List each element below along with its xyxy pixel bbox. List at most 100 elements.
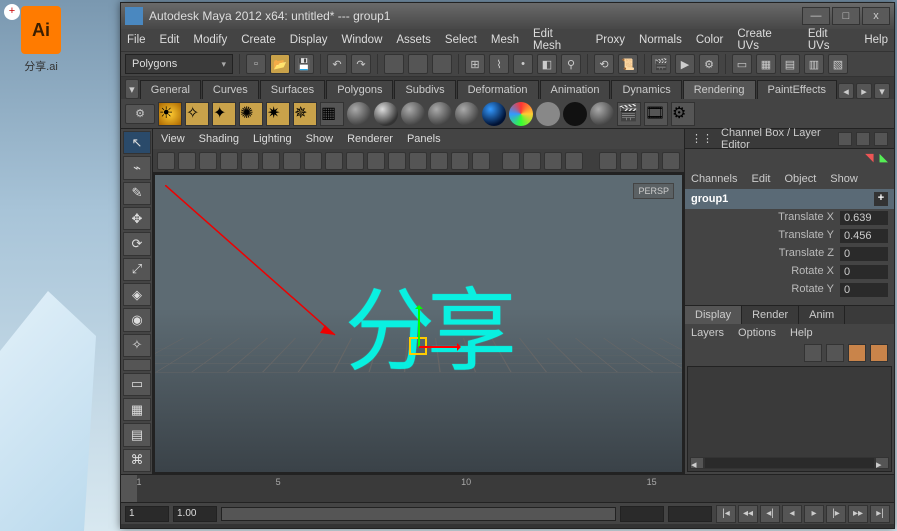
2d-pan-icon[interactable] [220, 152, 238, 170]
persp-outliner-layout[interactable]: ▤ [123, 423, 151, 446]
usemtl-ball-icon[interactable] [563, 102, 587, 126]
layer-tab-render[interactable]: Render [742, 306, 799, 324]
safe-title-icon[interactable] [346, 152, 364, 170]
shadows-icon[interactable] [451, 152, 469, 170]
move-layer-up-icon[interactable] [804, 344, 822, 362]
snap-point-icon[interactable]: • [513, 54, 533, 74]
new-scene-icon[interactable]: ▫ [246, 54, 266, 74]
snap-plane-icon[interactable]: ◧ [537, 54, 557, 74]
hyperbolic-icon[interactable]: ◣ [880, 151, 888, 167]
film-gate-icon[interactable] [283, 152, 301, 170]
panel-menu-shading[interactable]: Shading [199, 133, 239, 145]
close-button[interactable]: x [862, 7, 890, 25]
directional-light-icon[interactable]: ☀ [158, 102, 182, 126]
shelf-tab-general[interactable]: General [140, 80, 201, 99]
four-view-layout[interactable]: ▦ [123, 398, 151, 421]
play-forward-button[interactable]: ▸ [804, 505, 824, 523]
snap-curve-icon[interactable]: ⌇ [489, 54, 509, 74]
step-back-key-button[interactable]: ◂◂ [738, 505, 758, 523]
attr-value[interactable]: 0 [840, 283, 888, 297]
bookmark-icon[interactable] [178, 152, 196, 170]
go-to-start-button[interactable]: |◂ [716, 505, 736, 523]
menu-color[interactable]: Color [696, 34, 723, 46]
shelf-scroll-left-icon[interactable]: ◂ [838, 83, 854, 99]
use-lights-icon[interactable] [430, 152, 448, 170]
ipr-render-icon[interactable]: ▶ [675, 54, 695, 74]
grid-toggle-icon[interactable] [262, 152, 280, 170]
open-scene-icon[interactable]: 📂 [270, 54, 290, 74]
shelf-dropdown-icon[interactable]: ▾ [125, 79, 139, 99]
title-bar[interactable]: Autodesk Maya 2012 x64: untitled* --- gr… [121, 3, 894, 29]
scroll-track[interactable] [704, 457, 875, 469]
tear-off-icon[interactable] [662, 152, 680, 170]
menu-create[interactable]: Create [241, 34, 276, 46]
point-light-icon[interactable]: ✦ [212, 102, 236, 126]
show-attr-editor-icon[interactable]: ▥ [804, 54, 824, 74]
panel-menu-view[interactable]: View [161, 133, 185, 145]
attr-value[interactable]: 0 [840, 247, 888, 261]
menu-proxy[interactable]: Proxy [596, 34, 625, 46]
textured-icon[interactable] [409, 152, 427, 170]
layout-four-icon[interactable]: ▦ [756, 54, 776, 74]
panel-menu-renderer[interactable]: Renderer [347, 133, 393, 145]
create-empty-layer-icon[interactable] [848, 344, 866, 362]
select-by-object-icon[interactable] [408, 54, 428, 74]
expand-shapes-icon[interactable]: + [874, 192, 888, 206]
selected-object-header[interactable]: group1 + [685, 189, 894, 209]
res-gate-icon[interactable] [304, 152, 322, 170]
layer-scrollbar[interactable]: ◂ ▸ [690, 457, 889, 469]
maximize-button[interactable]: □ [832, 7, 860, 25]
surface-ball-icon[interactable] [536, 102, 560, 126]
isolate-sel-icon[interactable] [502, 152, 520, 170]
wireframe-icon[interactable] [367, 152, 385, 170]
menu-modify[interactable]: Modify [193, 34, 227, 46]
menu-help[interactable]: Help [864, 34, 888, 46]
shelf-scroll-right-icon[interactable]: ▸ [856, 83, 872, 99]
construction-history-icon[interactable]: 📜 [618, 54, 638, 74]
scroll-left-icon[interactable]: ◂ [690, 457, 704, 469]
lambert-ball-icon[interactable] [347, 102, 371, 126]
menu-editmesh[interactable]: Edit Mesh [533, 28, 582, 52]
step-forward-button[interactable]: |▸ [826, 505, 846, 523]
go-to-end-button[interactable]: ▸| [870, 505, 890, 523]
image-plane-icon[interactable] [199, 152, 217, 170]
batch-render-icon[interactable]: 🎞 [644, 102, 668, 126]
select-tool[interactable]: ↖ [123, 131, 151, 154]
shelf-tab-deformation[interactable]: Deformation [457, 80, 539, 99]
custom-layout[interactable]: ⌘ [123, 449, 151, 472]
attr-value[interactable]: 0.456 [840, 229, 888, 243]
minimize-panel-icon[interactable] [838, 132, 852, 146]
current-time-indicator[interactable] [121, 475, 137, 502]
smooth-shade-icon[interactable] [388, 152, 406, 170]
shelf-tab-polygons[interactable]: Polygons [326, 80, 393, 99]
xray-icon[interactable] [523, 152, 541, 170]
paint-select-tool[interactable]: ✎ [123, 182, 151, 205]
menu-file[interactable]: File [127, 34, 146, 46]
menu-edit[interactable]: Edit [160, 34, 180, 46]
create-shader-icon[interactable]: ▦ [320, 102, 344, 126]
select-by-component-icon[interactable] [432, 54, 452, 74]
render-icon[interactable]: 🎬 [651, 54, 671, 74]
minimize-button[interactable]: — [802, 7, 830, 25]
area-light-icon[interactable]: ✺ [239, 102, 263, 126]
panel-menu-show[interactable]: Show [306, 133, 334, 145]
save-scene-icon[interactable]: 💾 [294, 54, 314, 74]
menu-mesh[interactable]: Mesh [491, 34, 519, 46]
shelf-menu-icon[interactable]: ▾ [874, 83, 890, 99]
rotate-tool[interactable]: ⟳ [123, 232, 151, 255]
layer-list[interactable]: ◂ ▸ [687, 366, 892, 472]
manip-y-axis[interactable] [418, 307, 420, 347]
desktop-file-ai[interactable]: + Ai 分享.ai [6, 6, 76, 86]
attr-value[interactable]: 0 [840, 265, 888, 279]
lasso-tool[interactable]: ⌁ [123, 156, 151, 179]
universal-manip-tool[interactable]: ◈ [123, 283, 151, 306]
end-frame-field[interactable] [668, 506, 712, 522]
phong-ball-icon[interactable] [401, 102, 425, 126]
expose-icon[interactable] [565, 152, 583, 170]
shelf-tab-rendering[interactable]: Rendering [683, 80, 756, 99]
shelf-gear-icon[interactable]: ⚙ [125, 104, 155, 124]
panel-menu-panels[interactable]: Panels [407, 133, 441, 145]
select-by-hierarchy-icon[interactable] [384, 54, 404, 74]
camera-select-icon[interactable] [157, 152, 175, 170]
snap-grid-icon[interactable]: ⊞ [465, 54, 485, 74]
